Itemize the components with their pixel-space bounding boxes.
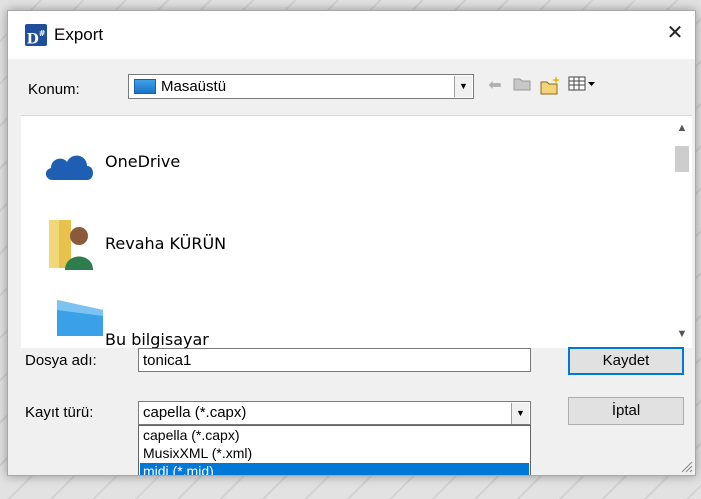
vertical-scrollbar[interactable]: ▲ ▼ (672, 116, 692, 348)
list-item[interactable]: Revaha KÜRÜN (41, 216, 441, 276)
user-folder-icon (49, 216, 99, 272)
title-bar: D# Export ✕ (8, 11, 695, 59)
list-item-label: Bu bilgisayar (105, 330, 209, 348)
list-item-label: OneDrive (105, 152, 181, 171)
filetype-option[interactable]: capella (*.capx) (140, 427, 529, 444)
close-icon[interactable]: ✕ (663, 21, 687, 45)
filetype-value: capella (*.capx) (143, 404, 247, 421)
filetype-dropdown[interactable]: capella (*.capx) ▼ (138, 401, 531, 425)
save-button[interactable]: Kaydet (568, 347, 684, 375)
filetype-options-list[interactable]: capella (*.capx) MusixXML (*.xml) midi (… (138, 425, 531, 475)
scroll-down-icon[interactable]: ▼ (672, 328, 692, 342)
onedrive-icon (43, 150, 95, 182)
dialog-title: Export (54, 25, 104, 44)
filename-label: Dosya adı: (25, 352, 97, 369)
app-icon-letter: D (26, 31, 39, 48)
list-item[interactable]: OneDrive (41, 140, 441, 200)
filetype-option[interactable]: MusixXML (*.xml) (140, 445, 529, 462)
list-item[interactable]: Bu bilgisayar (41, 296, 441, 348)
scroll-up-icon[interactable]: ▲ (672, 122, 692, 136)
location-dropdown[interactable]: Masaüstü ▼ (128, 74, 474, 99)
scroll-thumb[interactable] (675, 146, 689, 172)
location-label: Konum: (28, 81, 80, 98)
new-folder-icon[interactable] (540, 75, 562, 97)
view-menu-icon[interactable] (568, 75, 598, 97)
cancel-button[interactable]: İptal (568, 397, 684, 425)
desktop-icon (134, 79, 156, 94)
back-arrow-icon[interactable]: ⬅ (486, 75, 504, 97)
export-dialog: D# Export ✕ Konum: Masaüstü ▼ ⬅ OneDrive (7, 10, 696, 476)
chevron-down-icon[interactable]: ▼ (454, 76, 472, 97)
app-icon: D# (25, 24, 47, 48)
location-value: Masaüstü (161, 78, 227, 95)
up-folder-icon[interactable] (512, 75, 532, 97)
filename-input[interactable] (138, 348, 531, 372)
filetype-option-selected[interactable]: midi (*.mid) (140, 463, 529, 475)
file-list[interactable]: OneDrive Revaha KÜRÜN Bu bilgisayar ▲ ▼ (21, 115, 692, 348)
computer-icon (55, 296, 105, 336)
filetype-label: Kayıt türü: (25, 404, 94, 421)
resize-grip-icon[interactable] (681, 461, 693, 473)
chevron-down-icon[interactable]: ▼ (511, 403, 529, 424)
list-item-label: Revaha KÜRÜN (105, 234, 227, 253)
